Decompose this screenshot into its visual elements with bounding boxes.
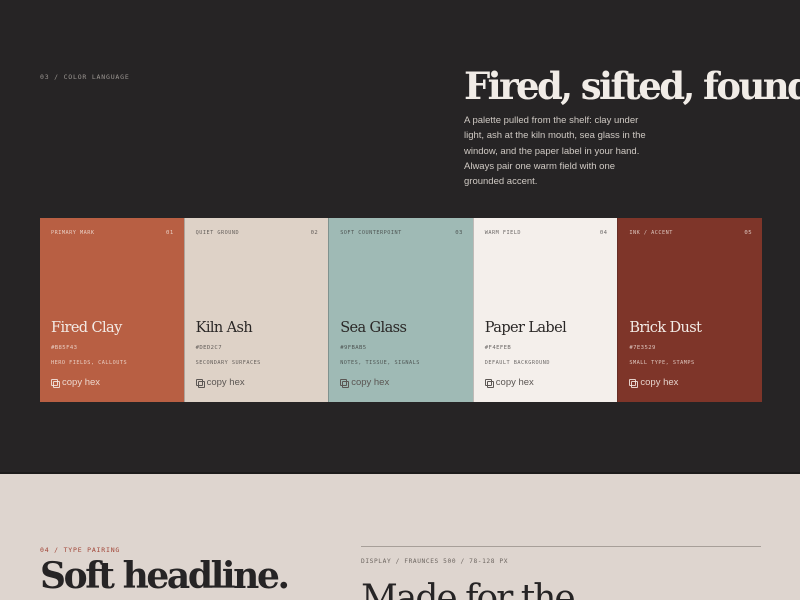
swatch-usage: DEFAULT BACKGROUND xyxy=(484,360,550,366)
swatch-sea-glass: SOFT COUNTERPOINT 03 Sea Glass #9FBAB5 N… xyxy=(328,218,473,402)
copy-icon xyxy=(629,379,639,388)
swatch-usage: SECONDARY SURFACES xyxy=(195,360,261,366)
copy-hex-button[interactable]: copy hex xyxy=(629,377,678,388)
swatch-paper-label: WARM FIELD 04 Paper Label #F4EFEB DEFAUL… xyxy=(472,218,618,402)
swatch-brick-dust: INK / ACCENT 05 Brick Dust #7E3529 SMALL… xyxy=(617,218,762,402)
spec-divider xyxy=(361,546,761,547)
copy-hex-label: copy hex xyxy=(495,377,534,388)
section-headline: Soft headline. xyxy=(40,555,290,597)
swatch-name: Paper Label xyxy=(484,320,567,336)
swatch-name: Brick Dust xyxy=(629,320,702,336)
swatch-number: 03 xyxy=(455,230,463,236)
swatch-hex: #F4EFEB xyxy=(484,345,512,351)
swatch-fired-clay: PRIMARY MARK 01 Fired Clay #B85F43 HERO … xyxy=(40,218,184,402)
color-language-section: 03 / COLOR LANGUAGE Fired, sifted, found… xyxy=(0,0,800,474)
copy-icon xyxy=(340,379,350,388)
swatch-name: Kiln Ash xyxy=(195,320,253,336)
copy-hex-button[interactable]: copy hex xyxy=(195,377,245,388)
copy-hex-label: copy hex xyxy=(351,377,390,388)
type-pairing-section: 04 / TYPE PAIRING Soft headline. DISPLAY… xyxy=(0,474,800,600)
swatch-role: QUIET GROUND xyxy=(195,230,240,236)
swatch-usage: SMALL TYPE, STAMPS xyxy=(629,360,695,366)
copy-hex-button[interactable]: copy hex xyxy=(340,377,389,388)
copy-icon xyxy=(195,379,205,388)
palette-swatches: PRIMARY MARK 01 Fired Clay #B85F43 HERO … xyxy=(40,218,762,402)
swatch-name: Sea Glass xyxy=(340,320,407,336)
copy-icon xyxy=(51,379,60,388)
swatch-usage: NOTES, TISSUE, SIGNALS xyxy=(340,360,420,366)
swatch-role: INK / ACCENT xyxy=(629,230,673,236)
copy-hex-label: copy hex xyxy=(206,377,245,388)
swatch-hex: #9FBAB5 xyxy=(340,345,367,351)
copy-hex-label: copy hex xyxy=(640,377,679,388)
copy-hex-label: copy hex xyxy=(62,377,101,388)
swatch-hex: #B85F43 xyxy=(51,345,78,351)
copy-hex-button[interactable]: copy hex xyxy=(51,377,100,388)
section-eyebrow: 03 / COLOR LANGUAGE xyxy=(40,73,130,81)
swatch-kiln-ash: QUIET GROUND 02 Kiln Ash #DED2C7 SECONDA… xyxy=(183,218,329,402)
swatch-number: 05 xyxy=(744,230,752,236)
section-eyebrow: 04 / TYPE PAIRING xyxy=(40,546,121,554)
section-lede: A palette pulled from the shelf: clay un… xyxy=(464,115,646,188)
section-headline: Fired, sifted, found. xyxy=(464,64,800,108)
swatch-number: 04 xyxy=(599,230,608,236)
swatch-role: SOFT COUNTERPOINT xyxy=(340,230,402,236)
swatch-role: WARM FIELD xyxy=(484,230,522,236)
copy-icon xyxy=(484,379,494,388)
type-spec: DISPLAY / FRAUNCES 500 / 78-128 PX xyxy=(361,558,509,565)
swatch-name: Fired Clay xyxy=(51,320,122,336)
type-sample: Made for the xyxy=(361,578,576,600)
swatch-usage: HERO FIELDS, CALLOUTS xyxy=(51,360,128,366)
copy-hex-button[interactable]: copy hex xyxy=(484,377,534,388)
swatch-number: 02 xyxy=(310,230,319,236)
swatch-hex: #7E3529 xyxy=(629,345,656,351)
swatch-hex: #DED2C7 xyxy=(195,345,222,351)
swatch-role: PRIMARY MARK xyxy=(51,230,95,236)
swatch-number: 01 xyxy=(166,230,174,236)
